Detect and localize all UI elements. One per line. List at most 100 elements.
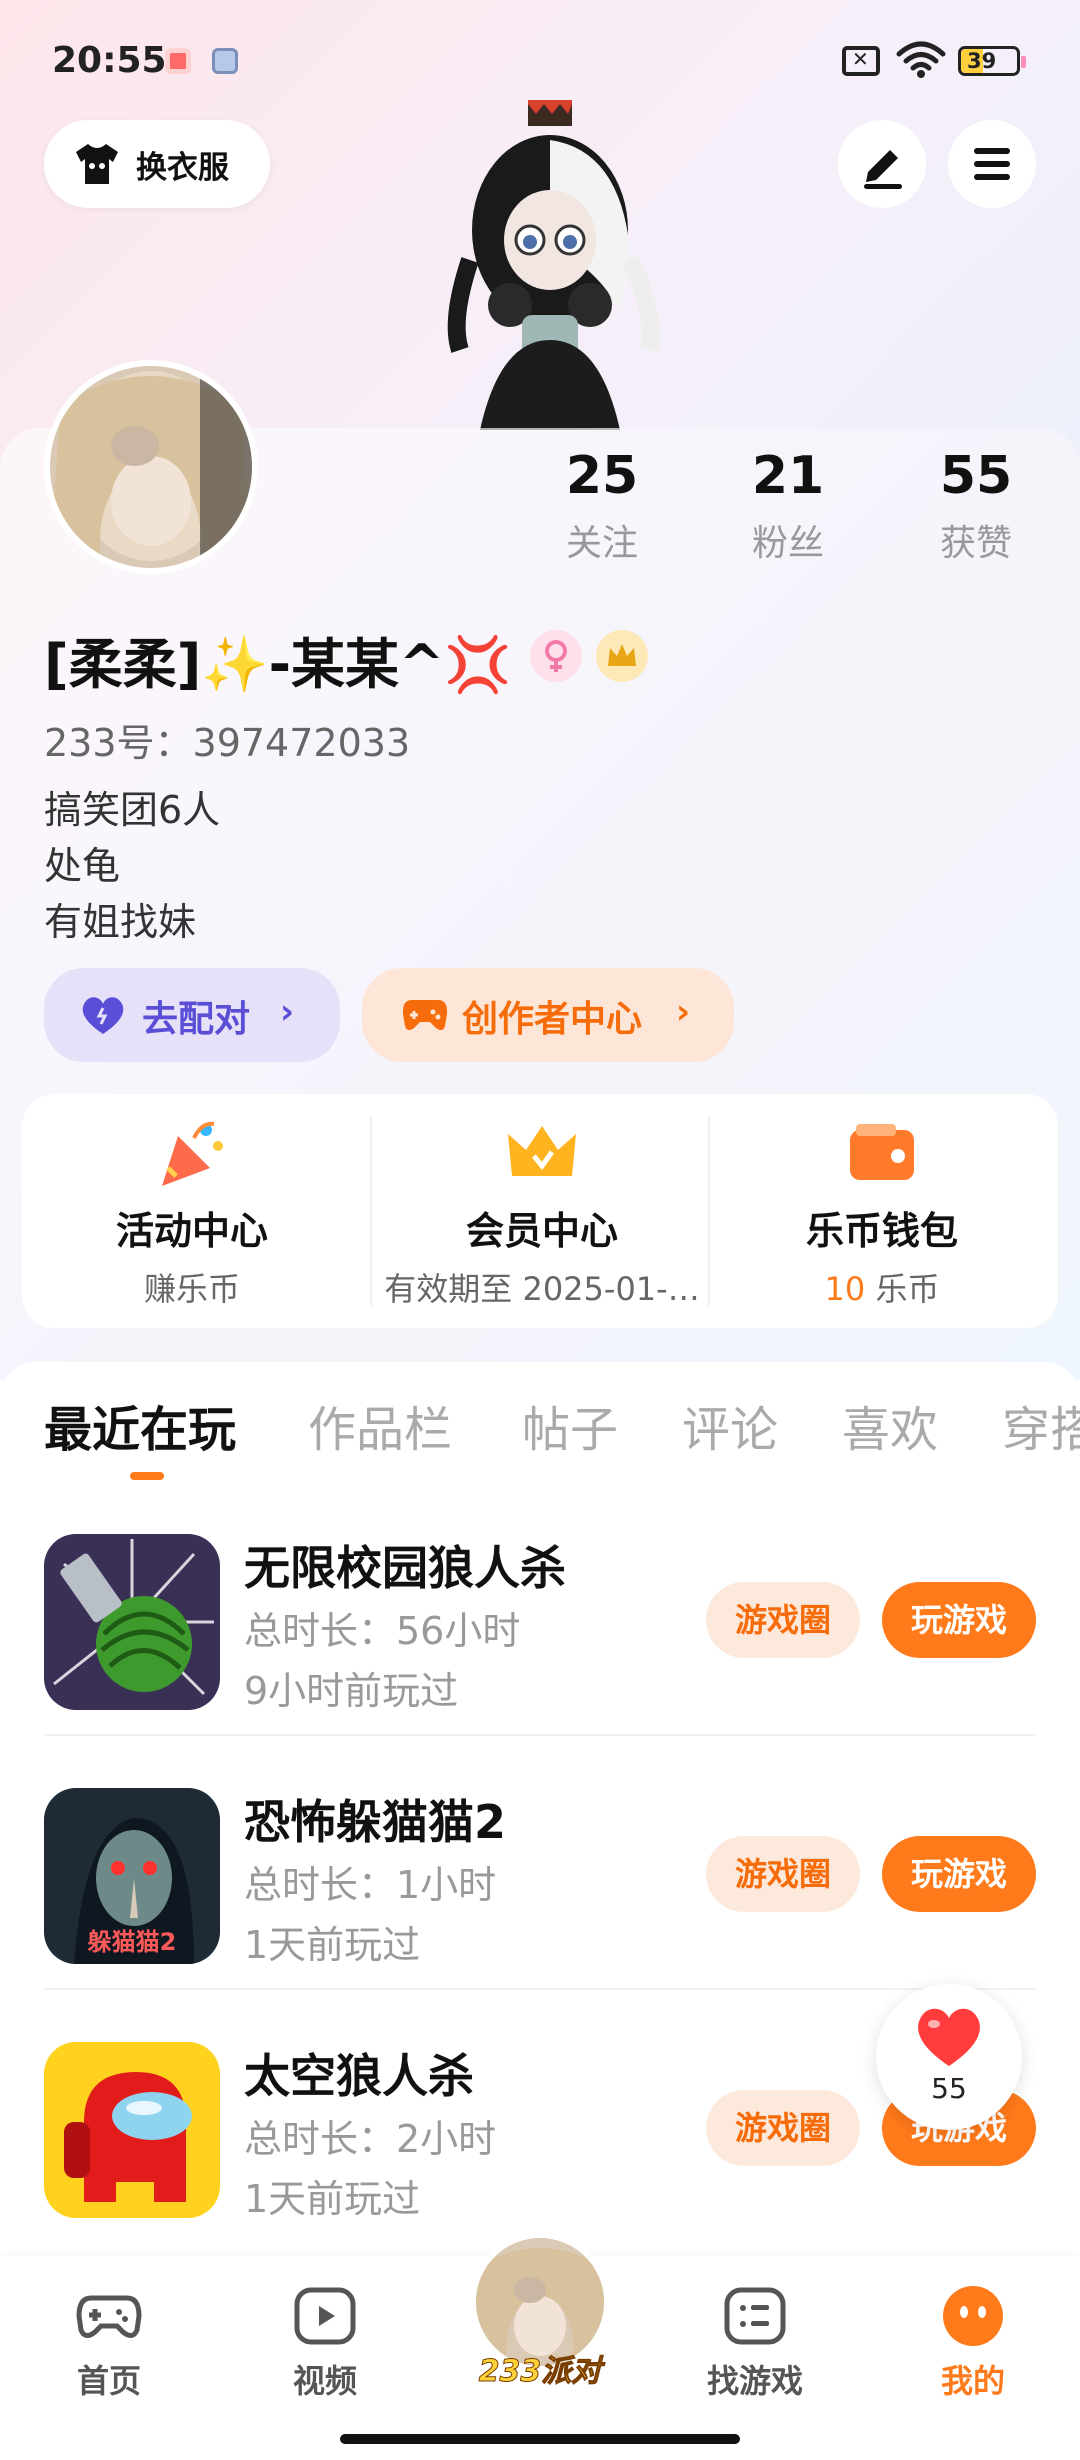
- list-item[interactable]: 躲猫猫2 恐怖躲猫猫2 总时长：1小时 1天前玩过 游戏圈 玩游戏: [0, 1736, 1080, 1990]
- game-name: 无限校园狼人杀: [244, 1541, 566, 1595]
- nav-home-label: 首页: [76, 2362, 141, 2400]
- game-circle-button[interactable]: 游戏圈: [706, 1582, 860, 1658]
- game-list-icon: [724, 2287, 786, 2345]
- heart-icon: [82, 997, 124, 1034]
- active-tab-indicator: [130, 1472, 164, 1480]
- activity-center-entry[interactable]: 活动中心 赚乐币: [22, 1094, 362, 1328]
- game-icon-among-us: [44, 2042, 220, 2218]
- stat-following[interactable]: 25 关注: [517, 442, 687, 566]
- profile-avatar[interactable]: [44, 360, 258, 574]
- gamepad-icon: [76, 2295, 142, 2338]
- game-circle-button[interactable]: 游戏圈: [706, 2090, 860, 2166]
- wifi-icon: [896, 41, 946, 78]
- battery-icon: 39: [958, 46, 1020, 76]
- tab-comments[interactable]: 评论: [682, 1390, 778, 1460]
- change-outfit-button[interactable]: 换衣服: [44, 120, 270, 208]
- profile-smile-icon: [943, 2286, 1003, 2346]
- game-icon-caption: 躲猫猫2: [88, 1928, 177, 1956]
- gallery-notification-icon: [212, 48, 238, 74]
- quick-entries: 活动中心 赚乐币 会员中心 有效期至 2025-01-… 乐币钱包 10 乐币: [22, 1094, 1058, 1328]
- game-name: 恐怖躲猫猫2: [244, 1795, 507, 1849]
- tab-likes[interactable]: 喜欢: [842, 1390, 938, 1460]
- notification-icon: [165, 48, 191, 74]
- following-label: 关注: [565, 523, 638, 564]
- bio-line: 处龟: [44, 844, 121, 888]
- bio-line: 有姐找妹: [44, 900, 197, 944]
- list-item[interactable]: 无限校园狼人杀 总时长：56小时 9小时前玩过 游戏圈 玩游戏: [0, 1482, 1080, 1736]
- stat-followers[interactable]: 21 粉丝: [703, 442, 873, 566]
- nav-mine-label: 我的: [940, 2362, 1005, 2400]
- change-outfit-label: 换衣服: [136, 150, 229, 186]
- tshirt-icon: [76, 144, 118, 184]
- nav-video[interactable]: 视频: [250, 2282, 400, 2402]
- game-last-played: 1天前玩过: [244, 1923, 421, 1967]
- wallet-icon: [850, 1124, 914, 1180]
- stat-likes[interactable]: 55 获赞: [891, 442, 1061, 566]
- tab-posts[interactable]: 帖子: [522, 1390, 618, 1460]
- bio: 搞笑团6人 处龟 有姐找妹: [44, 782, 220, 950]
- nav-home[interactable]: 首页: [34, 2282, 184, 2402]
- likes-count: 55: [939, 446, 1013, 506]
- status-bar: 20:55 39: [0, 30, 1080, 100]
- no-sim-icon: [842, 46, 880, 76]
- activity-center-sub: 赚乐币: [143, 1270, 240, 1308]
- floating-likes-button[interactable]: 55: [876, 1984, 1022, 2130]
- crown-icon: [508, 1126, 576, 1176]
- wallet-unit: 乐币: [865, 1270, 940, 1308]
- gamepad-icon: [402, 1000, 448, 1031]
- battery-text: 39: [967, 49, 997, 73]
- game-playtime: 总时长：1小时: [244, 1863, 497, 1907]
- wallet-title: 乐币钱包: [805, 1209, 958, 1253]
- chevron-right-icon: ›: [676, 992, 691, 1032]
- nav-find-games-label: 找游戏: [706, 2362, 803, 2400]
- game-last-played: 9小时前玩过: [244, 1669, 459, 1713]
- following-count: 25: [565, 446, 639, 506]
- tab-recently-played[interactable]: 最近在玩: [44, 1390, 236, 1460]
- wallet-entry[interactable]: 乐币钱包 10 乐币: [712, 1094, 1052, 1328]
- avatar-photo: [50, 366, 252, 568]
- game-icon-hide-and-seek: 躲猫猫2: [44, 1788, 220, 1964]
- hamburger-menu-icon: [974, 148, 1010, 180]
- game-last-played: 1天前玩过: [244, 2177, 421, 2221]
- activity-center-title: 活动中心: [115, 1209, 268, 1253]
- nav-party-label: 233派对: [478, 2354, 602, 2390]
- vip-crown-icon: [596, 630, 648, 682]
- bio-line: 搞笑团6人: [44, 788, 221, 832]
- nav-video-label: 视频: [292, 2362, 357, 2400]
- game-playtime: 总时长：56小时: [244, 1609, 521, 1653]
- status-time: 20:55: [52, 40, 167, 81]
- battery-cap: [1021, 56, 1026, 68]
- wallet-balance: 10: [824, 1270, 866, 1308]
- party-popper-icon: [162, 1121, 223, 1186]
- followers-label: 粉丝: [751, 523, 824, 564]
- menu-button[interactable]: [948, 120, 1036, 208]
- home-indicator[interactable]: [340, 2434, 740, 2444]
- followers-count: 21: [751, 446, 825, 506]
- pencil-icon: [864, 150, 902, 189]
- play-game-button[interactable]: 玩游戏: [882, 1582, 1036, 1658]
- pair-label: 去配对: [142, 999, 251, 1040]
- game-icon-watermelon: [44, 1534, 220, 1710]
- vip-center-title: 会员中心: [465, 1209, 618, 1253]
- edit-profile-button[interactable]: [838, 120, 926, 208]
- avatar-character[interactable]: [410, 100, 690, 430]
- heart-icon: [918, 2008, 980, 2066]
- creator-center-button[interactable]: 创作者中心 ›: [362, 968, 734, 1062]
- nav-mine[interactable]: 我的: [898, 2282, 1048, 2402]
- tab-works[interactable]: 作品栏: [308, 1390, 452, 1460]
- vip-center-entry[interactable]: 会员中心 有效期至 2025-01-…: [372, 1094, 712, 1328]
- creator-center-label: 创作者中心: [462, 999, 643, 1040]
- vip-center-sub: 有效期至 2025-01-…: [384, 1270, 700, 1308]
- tab-outfits[interactable]: 穿搭: [1002, 1390, 1080, 1460]
- female-gender-icon: [530, 630, 582, 682]
- user-id: 233号：397472033: [44, 721, 411, 765]
- pair-button[interactable]: 去配对 ›: [44, 968, 340, 1062]
- game-name: 太空狼人杀: [244, 2049, 474, 2103]
- game-circle-button[interactable]: 游戏圈: [706, 1836, 860, 1912]
- divider: [708, 1116, 710, 1306]
- floating-likes-count: 55: [931, 2072, 967, 2105]
- video-play-icon: [294, 2287, 356, 2345]
- nav-find-games[interactable]: 找游戏: [680, 2282, 830, 2402]
- nickname: [柔柔]✨-某某^💢: [44, 633, 512, 696]
- play-game-button[interactable]: 玩游戏: [882, 1836, 1036, 1912]
